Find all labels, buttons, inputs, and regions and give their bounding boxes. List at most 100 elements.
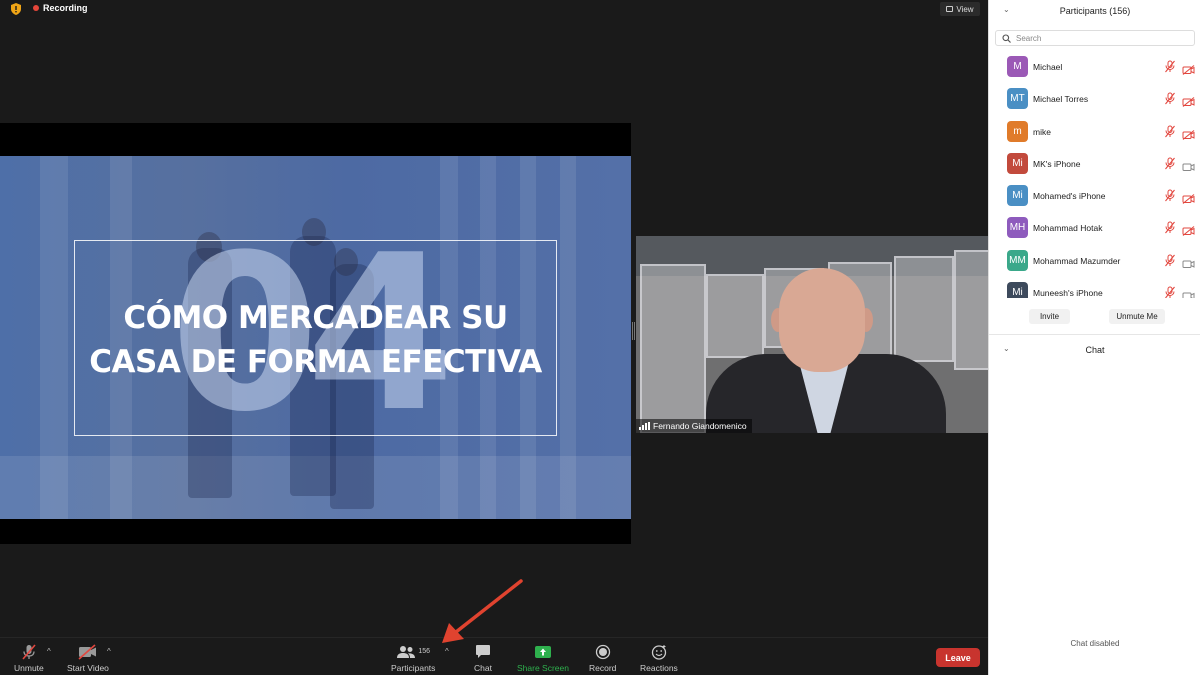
video-off-icon (1182, 194, 1195, 205)
participant-mic-status (1164, 92, 1176, 110)
video-icon (1182, 292, 1195, 298)
participant-row[interactable]: m mike (989, 117, 1200, 149)
participant-video-status (1182, 127, 1195, 145)
participant-name: Mohammad Mazumder (1033, 255, 1121, 266)
chevron-down-icon[interactable]: ⌄ (1003, 344, 1010, 353)
participant-mic-status (1164, 60, 1176, 78)
video-off-icon (1182, 129, 1195, 140)
video-off-icon (1182, 226, 1195, 237)
split-view-handle[interactable] (632, 322, 635, 340)
participant-row[interactable]: MM Mohammad Mazumder (989, 246, 1200, 278)
unmute-label: Unmute (14, 663, 44, 673)
participant-row[interactable]: Mi Mohamed's iPhone (989, 181, 1200, 213)
participant-name: mike (1033, 126, 1051, 137)
participants-count: 156 (418, 648, 431, 655)
record-label: Record (589, 663, 617, 673)
microphone-muted-icon (1165, 254, 1175, 267)
shield-icon[interactable] (9, 2, 23, 16)
invite-button[interactable]: Invite (1029, 309, 1070, 324)
avatar: MT (1007, 88, 1028, 110)
unmute-button[interactable]: Unmute (14, 642, 44, 673)
record-icon (595, 644, 610, 659)
participant-video-status (1182, 159, 1195, 177)
participant-row[interactable]: Mi MK's iPhone (989, 149, 1200, 181)
search-icon (1002, 33, 1011, 43)
recording-indicator[interactable]: Recording (33, 3, 88, 13)
participant-mic-status (1164, 157, 1176, 175)
microphone-muted-icon (1165, 286, 1175, 298)
video-options-chevron-icon[interactable]: ^ (107, 647, 111, 656)
screen-share-area: 04 CÓMO MERCADEAR SU CASA DE FORMA EFECT… (0, 123, 631, 544)
participants-icon (397, 645, 416, 658)
participant-video-status (1182, 223, 1195, 241)
audio-options-chevron-icon[interactable]: ^ (47, 647, 51, 656)
video-icon (1182, 260, 1195, 268)
meeting-area: Recording View 04 CÓMO MERCADEAR SU CASA… (0, 0, 988, 675)
avatar: Mi (1007, 152, 1028, 174)
participants-panel-header: ⌄ Participants (156) (989, 0, 1200, 22)
record-button[interactable]: Record (589, 642, 616, 673)
speaker-name: Fernando Giandomenico (653, 421, 747, 431)
participant-name: Mohamed's iPhone (1033, 191, 1106, 202)
microphone-muted-icon (1165, 125, 1175, 137)
participant-row[interactable]: Mi Muneesh's iPhone (989, 278, 1200, 298)
participant-mic-status (1164, 125, 1176, 143)
participant-mic-status (1164, 189, 1176, 207)
reactions-label: Reactions (640, 663, 678, 673)
microphone-muted-icon (1165, 189, 1175, 202)
speaker-name-tag: Fernando Giandomenico (636, 419, 752, 433)
chat-disabled-text: Chat disabled (1070, 639, 1120, 648)
microphone-muted-icon (1165, 157, 1175, 170)
participants-panel-title: Participants (156) (1059, 6, 1131, 16)
unmute-me-button[interactable]: Unmute Me (1109, 309, 1165, 324)
participant-row[interactable]: M Michael (989, 52, 1200, 84)
share-screen-label: Share Screen (517, 663, 569, 673)
recording-label: Recording (43, 3, 88, 13)
avatar: Mi (1007, 185, 1028, 207)
participants-button[interactable]: 156 Participants (391, 642, 435, 673)
presentation-slide: 04 CÓMO MERCADEAR SU CASA DE FORMA EFECT… (0, 156, 631, 519)
avatar: MM (1007, 249, 1028, 271)
annotation-arrow (442, 579, 523, 643)
leave-button[interactable]: Leave (936, 648, 980, 667)
participant-video-status (1182, 256, 1195, 274)
recording-dot-icon (33, 5, 39, 11)
participant-video-status (1182, 94, 1195, 112)
avatar: M (1007, 56, 1028, 77)
participant-mic-status (1164, 254, 1176, 272)
slide-title: CÓMO MERCADEAR SU CASA DE FORMA EFECTIVA (74, 296, 557, 384)
participant-row[interactable]: MT Michael Torres (989, 84, 1200, 116)
participant-search[interactable] (995, 30, 1195, 46)
participant-name: Mohammad Hotak (1033, 223, 1103, 234)
chat-panel-title: Chat (1085, 345, 1105, 355)
participant-mic-status (1164, 221, 1176, 239)
start-video-button[interactable]: Start Video (67, 642, 109, 673)
view-grid-icon (946, 6, 954, 12)
microphone-muted-icon (1165, 92, 1175, 105)
participant-name: Michael Torres (1033, 94, 1089, 105)
participant-row[interactable]: MH Mohammad Hotak (989, 213, 1200, 245)
search-input[interactable] (1016, 33, 1186, 43)
participant-video-status (1182, 288, 1195, 298)
slide-title-line-1: CÓMO MERCADEAR SU (123, 300, 508, 336)
avatar: Mi (1007, 282, 1028, 298)
participant-video-status (1182, 62, 1195, 80)
avatar: m (1007, 120, 1028, 142)
participant-video-status (1182, 191, 1195, 209)
view-button[interactable]: View (940, 2, 980, 16)
reactions-button[interactable]: Reactions (640, 642, 678, 673)
participant-name: Michael (1033, 62, 1063, 72)
participant-list: M Michael MT Michael Torres m mike Mi MK's iPho… (989, 52, 1200, 298)
video-off-icon (1182, 97, 1195, 108)
side-panel: ⌄ Participants (156) M Michael MT Michael T… (988, 0, 1200, 675)
chevron-down-icon[interactable]: ⌄ (1003, 5, 1010, 14)
top-bar: Recording View (0, 0, 988, 18)
speaker-video-tile[interactable]: Fernando Giandomenico (636, 236, 988, 433)
microphone-muted-icon (22, 643, 36, 660)
signal-strength-icon (639, 422, 650, 430)
participants-label: Participants (391, 663, 436, 673)
avatar: MH (1007, 217, 1028, 239)
video-off-icon (1182, 65, 1195, 75)
slide-title-line-2: CASA DE FORMA EFECTIVA (89, 344, 542, 380)
microphone-muted-icon (1165, 221, 1175, 234)
